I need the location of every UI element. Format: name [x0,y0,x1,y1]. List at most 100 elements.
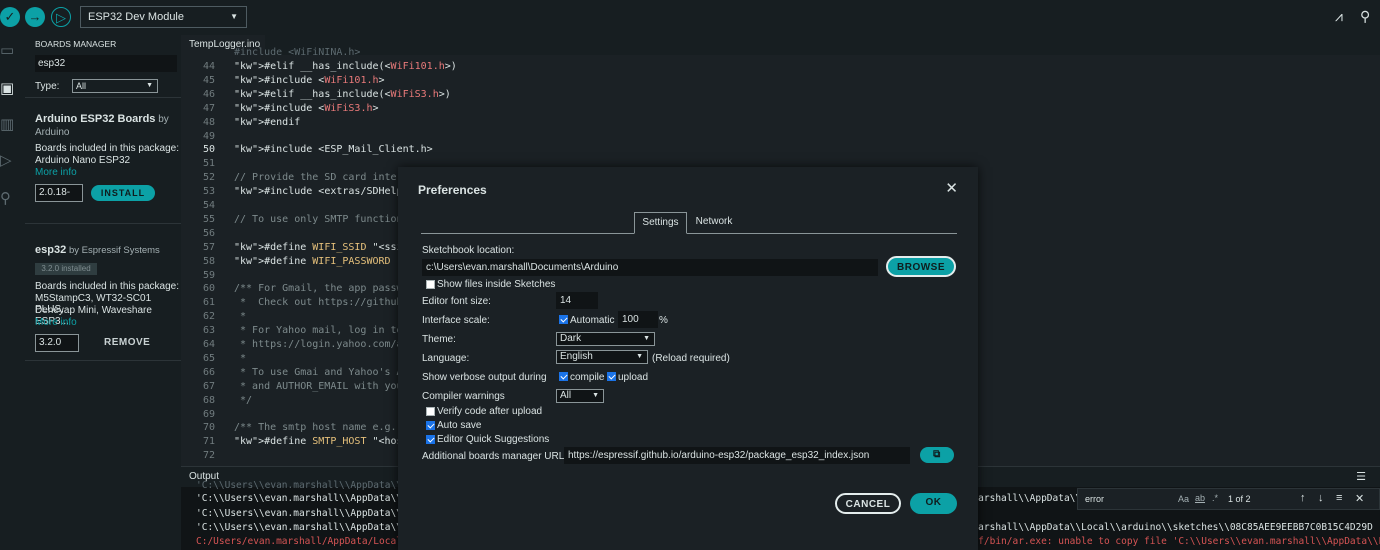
dialog-title: Preferences [418,183,487,197]
line-number: 50 [202,144,215,156]
output-line-error: C:/Users/evan.marshall/AppData/Local [196,536,402,547]
version-select[interactable]: 2.0.18- [35,184,83,202]
chevron-down-icon: ▼ [592,392,599,399]
upload-label: upload [618,372,649,383]
code-line: */ [234,394,253,406]
divider [25,97,181,98]
type-select[interactable]: All ▼ [72,79,158,93]
output-line: 'C:\\Users\\evan.marshall\\AppData\\ [196,493,402,504]
more-info-link[interactable]: More info [35,317,77,328]
show-files-checkbox[interactable] [426,280,435,289]
boards-search-input[interactable]: esp32 [35,55,177,72]
code-line: /** The smtp host name e.g. sm [234,422,415,434]
close-icon[interactable]: ✕ [1355,492,1364,505]
scale-label: Interface scale: [422,315,490,326]
divider [25,360,181,361]
remove-button[interactable]: REMOVE [104,337,150,348]
tab-divider [421,233,957,234]
board-item-arduino-esp32: Arduino ESP32 Boards by [35,113,169,125]
installed-badge: 3.2.0 installed [35,263,97,275]
search-icon[interactable]: ⚲ [0,191,18,207]
scale-input[interactable]: 100 [618,311,658,328]
line-number: 56 [202,227,215,239]
folder-icon[interactable]: ▭ [0,43,18,59]
regex-icon[interactable]: .* [1212,493,1218,503]
verify-after-upload-checkbox[interactable] [426,407,435,416]
code-line: "kw">#include <WiFiS3.h> [234,102,379,114]
code-line: * https://login.yahoo.com/acc [234,339,415,350]
find-input[interactable]: error [1085,494,1104,504]
code-line: "kw">#elif __has_include(<WiFi101.h>) [234,61,457,72]
upload-checkbox[interactable] [607,372,616,381]
sketchbook-input[interactable]: c:\Users\evan.marshall\Documents\Arduino [422,259,878,276]
code-line: * [234,311,247,323]
quick-suggestions-checkbox[interactable] [426,435,435,444]
verify-button[interactable]: ✓ [0,7,20,27]
tab-settings[interactable]: Settings [634,212,687,234]
code-line: "kw">#define WIFI_SSID "<ssid>" [234,241,421,253]
theme-select[interactable]: Dark ▼ [556,332,655,346]
library-icon[interactable]: ▥ [0,117,18,133]
find-count: 1 of 2 [1228,494,1251,504]
tab-network[interactable]: Network [688,212,740,234]
arrow-down-icon[interactable]: ↓ [1318,492,1324,504]
theme-label: Theme: [422,334,456,345]
line-number: 45 [202,74,215,86]
language-label: Language: [422,353,470,364]
debug-icon[interactable]: ▷ [0,153,18,169]
warnings-select[interactable]: All ▼ [556,389,604,403]
edit-urls-button[interactable]: ⧉ [920,447,954,463]
toolbar: ✓ → ▷ ESP32 Dev Module ▼ ⩘ ⚲ [0,0,1380,35]
upload-button[interactable]: → [25,7,45,27]
code-line: * [234,352,247,364]
line-number: 55 [202,213,215,225]
debug-button[interactable]: ▷ [51,7,71,27]
line-number: 59 [202,269,215,281]
whole-word-icon[interactable]: ab [1195,493,1205,503]
version-select[interactable]: 3.2.0 [35,334,79,352]
sketchbook-label: Sketchbook location: [422,245,515,256]
board-item-esp32: esp32 by Espressif Systems [35,244,160,256]
serial-monitor-icon[interactable]: ⚲ [1360,8,1370,25]
code-line: // To use only SMTP functions [234,213,409,225]
clear-output-icon[interactable]: ☰ [1356,467,1366,487]
more-info-link[interactable]: More info [35,167,77,178]
code-line: "kw">#include <WiFi101.h> [234,74,385,86]
browse-button[interactable]: BROWSE [886,256,956,277]
line-number: 49 [202,130,215,142]
match-case-icon[interactable]: Aa [1178,494,1189,504]
install-button[interactable]: INSTALL [91,185,155,201]
urls-label: Additional boards manager URLs: [422,451,573,462]
percent-label: % [659,315,668,326]
line-number: 57 [202,241,215,253]
board-selector[interactable]: ESP32 Dev Module ▼ [80,6,247,28]
find-in-selection-icon[interactable]: ≡ [1336,492,1342,504]
quick-suggestions-label: Editor Quick Suggestions [437,434,550,445]
font-size-input[interactable]: 14 [556,292,598,309]
output-line-error: -elf/bin/ar.exe: unable to copy file 'C:… [961,536,1380,547]
close-icon[interactable]: ✕ [945,179,958,197]
line-number: 52 [202,172,215,184]
cancel-button[interactable]: CANCEL [835,493,901,514]
ok-button[interactable]: OK [910,493,957,514]
line-number: 63 [202,325,215,337]
divider [25,223,181,224]
line-number: 71 [202,436,215,448]
arrow-right-icon: → [28,9,42,24]
urls-input[interactable]: https://espressif.github.io/arduino-esp3… [564,447,910,464]
compile-label: compile [570,372,605,383]
code-line: * To use Gmai and Yahoo's App [234,366,415,378]
automatic-checkbox[interactable] [559,315,568,324]
auto-save-checkbox[interactable] [426,421,435,430]
serial-plotter-icon[interactable]: ⩘ [1335,8,1343,25]
output-line: e.marshall\\AppData\\Local\\arduino\\ske… [961,522,1373,533]
line-number: 58 [202,255,215,267]
language-select[interactable]: English ▼ [556,350,648,364]
line-number: 46 [202,88,215,100]
line-number: 62 [202,311,215,323]
boards-manager-icon[interactable]: ▣ [0,81,18,97]
chevron-down-icon: ▼ [230,12,238,21]
included-label: Boards included in this package: [35,143,179,154]
arrow-up-icon[interactable]: ↑ [1300,492,1306,504]
compile-checkbox[interactable] [559,372,568,381]
